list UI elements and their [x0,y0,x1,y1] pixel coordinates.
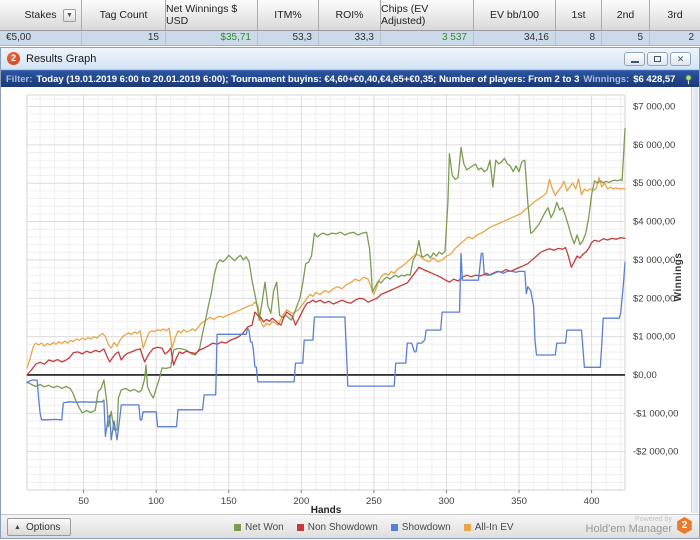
y-tick-label: $0,00 [633,370,657,381]
legend-item-non-showdown: Non Showdown [296,521,378,533]
column-header-1st[interactable]: 1st [556,0,602,30]
screen: Stakes ▼ Tag Count Net Winnings $ USD ITM… [0,0,700,540]
y-tick-label: $2 000,00 [633,293,675,304]
stats-value-row[interactable]: €5,00 15 $35,71 53,3 33,3 3 537 34,16 8 … [0,31,700,45]
legend-label: Showdown [401,521,451,533]
y-tick-label: $4 000,00 [633,217,675,228]
winnings-value: $6 428,57 [633,73,676,85]
x-tick-label: 250 [366,496,382,507]
stat-tag-count: 15 [82,31,166,45]
column-header-roi[interactable]: ROI% [319,0,381,30]
results-graph-window: 2 Results Graph ✕ Filter: Today (19.01.2… [0,47,700,539]
holdem-manager-icon: 2 [7,52,20,65]
column-header-3rd[interactable]: 3rd [650,0,700,30]
stat-roi: 33,3 [319,31,381,45]
stat-3rd: 2 [688,32,694,43]
y-tick-label: $5 000,00 [633,178,675,189]
pushpin-icon[interactable] [683,74,694,85]
x-tick-label: 200 [293,496,309,507]
legend-swatch [234,523,241,531]
maximize-icon [654,56,661,62]
minimize-button[interactable] [624,52,645,66]
branding: Powered by Hold'em Manager 2 [586,516,693,535]
legend-item-net-won: Net Won [234,522,284,533]
close-button[interactable]: ✕ [670,52,691,66]
x-tick-label: 50 [78,496,89,507]
results-chart[interactable]: 50 100 150 200 250 300 350 400 $7 000,00 $6 000,0… [1,87,699,516]
window-title: Results Graph [26,52,97,65]
stat-1st: 8 [556,31,602,45]
x-tick-label: 100 [148,496,164,507]
brand-name: Hold'em Manager [585,523,672,535]
stat-ev-bb100: 34,16 [474,31,556,45]
y-tick-label: $7 000,00 [633,102,675,113]
filter-label: Filter: [6,73,33,85]
stats-header-row: Stakes ▼ Tag Count Net Winnings $ USD ITM… [0,0,700,31]
stat-2nd: 5 [602,31,650,45]
filter-criteria: Today (19.01.2019 6:00 to 20.01.2019 6:0… [36,73,580,85]
options-button[interactable]: ▲ Options [7,518,72,536]
column-header-stakes[interactable]: Stakes ▼ [0,0,82,30]
options-label: Options [25,521,61,533]
legend-label: Non Showdown [307,521,378,533]
holdem-manager-logo: 2 [677,517,692,534]
legend-label: Net Won [245,521,284,533]
legend-swatch [463,523,471,531]
filter-bar[interactable]: Filter: Today (19.01.2019 6:00 to 20.01.… [1,70,699,87]
legend-item-all-in-ev: All-In EV [463,521,514,533]
bottom-bar: ▲ Options Net Won Non Showdown Showdown All… [1,514,699,538]
column-header-chips-ev[interactable]: Chips (EV Adjusted) [381,0,474,30]
stat-stakes: €5,00 [0,31,82,45]
stat-net-winnings: $35,71 [166,31,258,45]
stat-chips-ev: 3 537 [381,31,474,45]
chart-legend: Net Won Non Showdown Showdown All-In EV [234,515,514,539]
y-tick-label: $6 000,00 [633,140,675,151]
y-tick-label: -$1 000,00 [633,408,678,419]
powered-by-label: Powered by [635,516,672,523]
close-icon: ✕ [676,53,685,64]
winnings-label: Winnings: [583,73,630,85]
x-axis-title: Hands [311,505,342,513]
y-tick-label: -$2 000,00 [633,447,678,458]
maximize-button[interactable] [647,52,668,66]
legend-label: All-In EV [474,521,514,533]
column-header-net-winnings[interactable]: Net Winnings $ USD [166,0,258,30]
y-tick-label: $3 000,00 [633,255,675,266]
chevron-down-icon[interactable]: ▼ [63,9,76,22]
x-tick-label: 300 [439,496,455,507]
column-header-2nd[interactable]: 2nd [602,0,650,30]
y-axis-title: Winnings [673,252,684,302]
x-tick-label: 350 [511,496,527,507]
column-header-tag-count[interactable]: Tag Count [82,0,166,30]
column-header-itm[interactable]: ITM% [258,0,319,30]
arrow-up-icon: ▲ [14,523,21,531]
window-titlebar[interactable]: 2 Results Graph ✕ [1,48,699,70]
x-tick-label: 400 [584,496,600,507]
stat-itm: 53,3 [258,31,319,45]
chart-area: 50 100 150 200 250 300 350 400 $7 000,00 $6 000,0… [1,87,699,516]
x-tick-label: 150 [221,496,237,507]
legend-swatch [296,523,304,531]
series-net-won [26,127,626,431]
window-right-edge [691,87,698,513]
minimize-icon [630,61,639,63]
y-tick-label: $1 000,00 [633,332,675,343]
column-header-ev-bb100[interactable]: EV bb/100 [474,0,556,30]
legend-swatch [390,523,398,531]
column-label: Stakes [24,9,57,21]
stats-table: Stakes ▼ Tag Count Net Winnings $ USD ITM… [0,0,700,46]
legend-item-showdown: Showdown [390,521,451,533]
